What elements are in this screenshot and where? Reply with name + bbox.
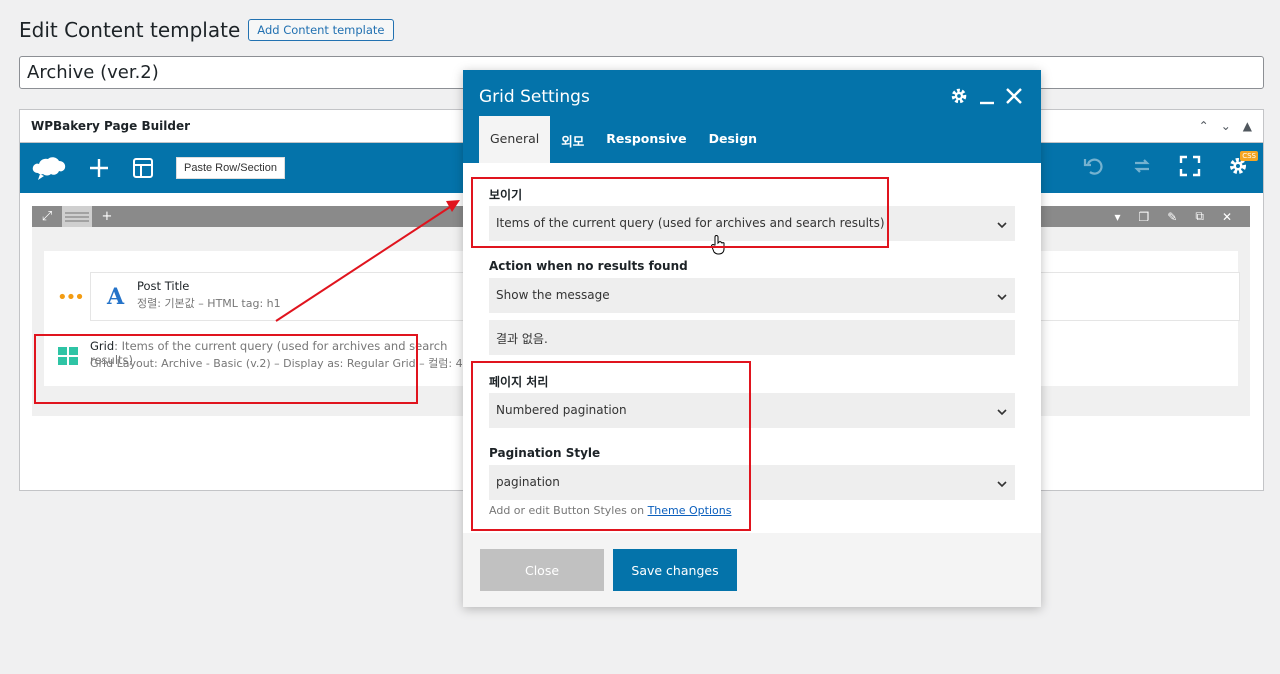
modal-footer: Close Save changes xyxy=(463,533,1041,607)
pagination-style-label: Pagination Style xyxy=(489,446,601,460)
tab-general[interactable]: General xyxy=(479,116,551,163)
theme-options-link[interactable]: Theme Options xyxy=(648,504,732,517)
hand-cursor-icon xyxy=(711,235,725,259)
template-icon[interactable] xyxy=(132,157,154,179)
chevron-down-icon xyxy=(997,477,1007,491)
pagination-style-value: pagination xyxy=(496,475,560,489)
collapse-icon[interactable]: ▲ xyxy=(1243,119,1252,133)
chevron-down-icon[interactable]: ⌄ xyxy=(1221,119,1231,133)
close-icon[interactable]: ✕ xyxy=(1222,210,1232,224)
move-row-icon[interactable]: ⤢ xyxy=(32,206,62,227)
chevron-down-icon xyxy=(997,405,1007,419)
save-changes-button[interactable]: Save changes xyxy=(613,549,737,591)
add-content-template-button[interactable]: Add Content template xyxy=(248,19,394,41)
tab-responsive[interactable]: Responsive xyxy=(595,116,697,163)
modal-body: 보이기 Items of the current query (used for… xyxy=(463,163,1041,533)
redo-icon[interactable] xyxy=(1131,155,1153,181)
wpbakery-logo-icon[interactable] xyxy=(32,155,66,181)
paste-row-section-button[interactable]: Paste Row/Section xyxy=(176,157,285,179)
no-results-select[interactable]: Show the message xyxy=(489,278,1015,313)
dropdown-caret-icon[interactable]: ▾ xyxy=(1115,210,1121,224)
grid-element[interactable]: Grid: Items of the current query (used f… xyxy=(44,333,474,385)
element-subtitle: Grid Layout: Archive - Basic (v.2) – Dis… xyxy=(90,357,463,370)
grid-settings-modal: Grid Settings General 외모 Responsive Desi… xyxy=(463,70,1041,607)
clone-icon[interactable]: ⧉ xyxy=(1195,209,1204,224)
fullscreen-icon[interactable] xyxy=(1179,155,1201,181)
pagination-label: 페이지 처리 xyxy=(489,375,549,389)
add-column-icon[interactable]: + xyxy=(92,206,122,227)
element-subtitle: 정렬: 기본값 – HTML tag: h1 xyxy=(137,297,281,310)
copy-icon[interactable]: ❐ xyxy=(1139,210,1150,224)
wpbakery-panel-title: WPBakery Page Builder xyxy=(31,119,191,133)
visibility-value: Items of the current query (used for arc… xyxy=(496,216,885,230)
undo-icon[interactable] xyxy=(1083,155,1105,181)
tab-appearance[interactable]: 외모 xyxy=(550,116,595,163)
pencil-icon[interactable]: ✎ xyxy=(1167,210,1177,224)
visibility-label: 보이기 xyxy=(489,188,523,202)
grid-icon xyxy=(58,347,78,369)
modal-title: Grid Settings xyxy=(479,87,590,107)
message-value: 결과 없음. xyxy=(496,332,548,346)
add-element-icon[interactable] xyxy=(88,157,110,179)
text-a-icon: A xyxy=(107,284,125,310)
pagination-value: Numbered pagination xyxy=(496,403,627,417)
page-title: Edit Content template xyxy=(19,18,241,42)
more-dots-icon[interactable]: ••• xyxy=(57,287,85,308)
row-layout-icon[interactable] xyxy=(62,206,92,227)
css-badge: CSS xyxy=(1240,151,1258,161)
visibility-select[interactable]: Items of the current query (used for arc… xyxy=(489,206,1015,241)
close-icon[interactable] xyxy=(1005,87,1023,109)
pagination-style-select[interactable]: pagination xyxy=(489,465,1015,500)
no-results-message-input[interactable]: 결과 없음. xyxy=(489,320,1015,355)
tab-design[interactable]: Design xyxy=(698,116,768,163)
no-results-value: Show the message xyxy=(496,288,610,302)
minimize-icon[interactable] xyxy=(979,86,995,110)
no-results-label: Action when no results found xyxy=(489,259,688,273)
element-title: Post Title xyxy=(137,279,190,293)
pagination-select[interactable]: Numbered pagination xyxy=(489,393,1015,428)
close-button[interactable]: Close xyxy=(480,549,604,591)
page-header: Edit Content template Add Content templa… xyxy=(19,18,394,42)
chevron-down-icon xyxy=(997,290,1007,304)
modal-header: Grid Settings General 외모 Responsive Desi… xyxy=(463,70,1041,163)
help-text: Add or edit Button Styles on Theme Optio… xyxy=(489,504,732,517)
chevron-up-icon[interactable]: ⌃ xyxy=(1199,119,1209,133)
modal-tabs: General 외모 Responsive Design xyxy=(479,116,768,163)
settings-gear-icon[interactable] xyxy=(949,86,969,110)
chevron-down-icon xyxy=(997,218,1007,232)
